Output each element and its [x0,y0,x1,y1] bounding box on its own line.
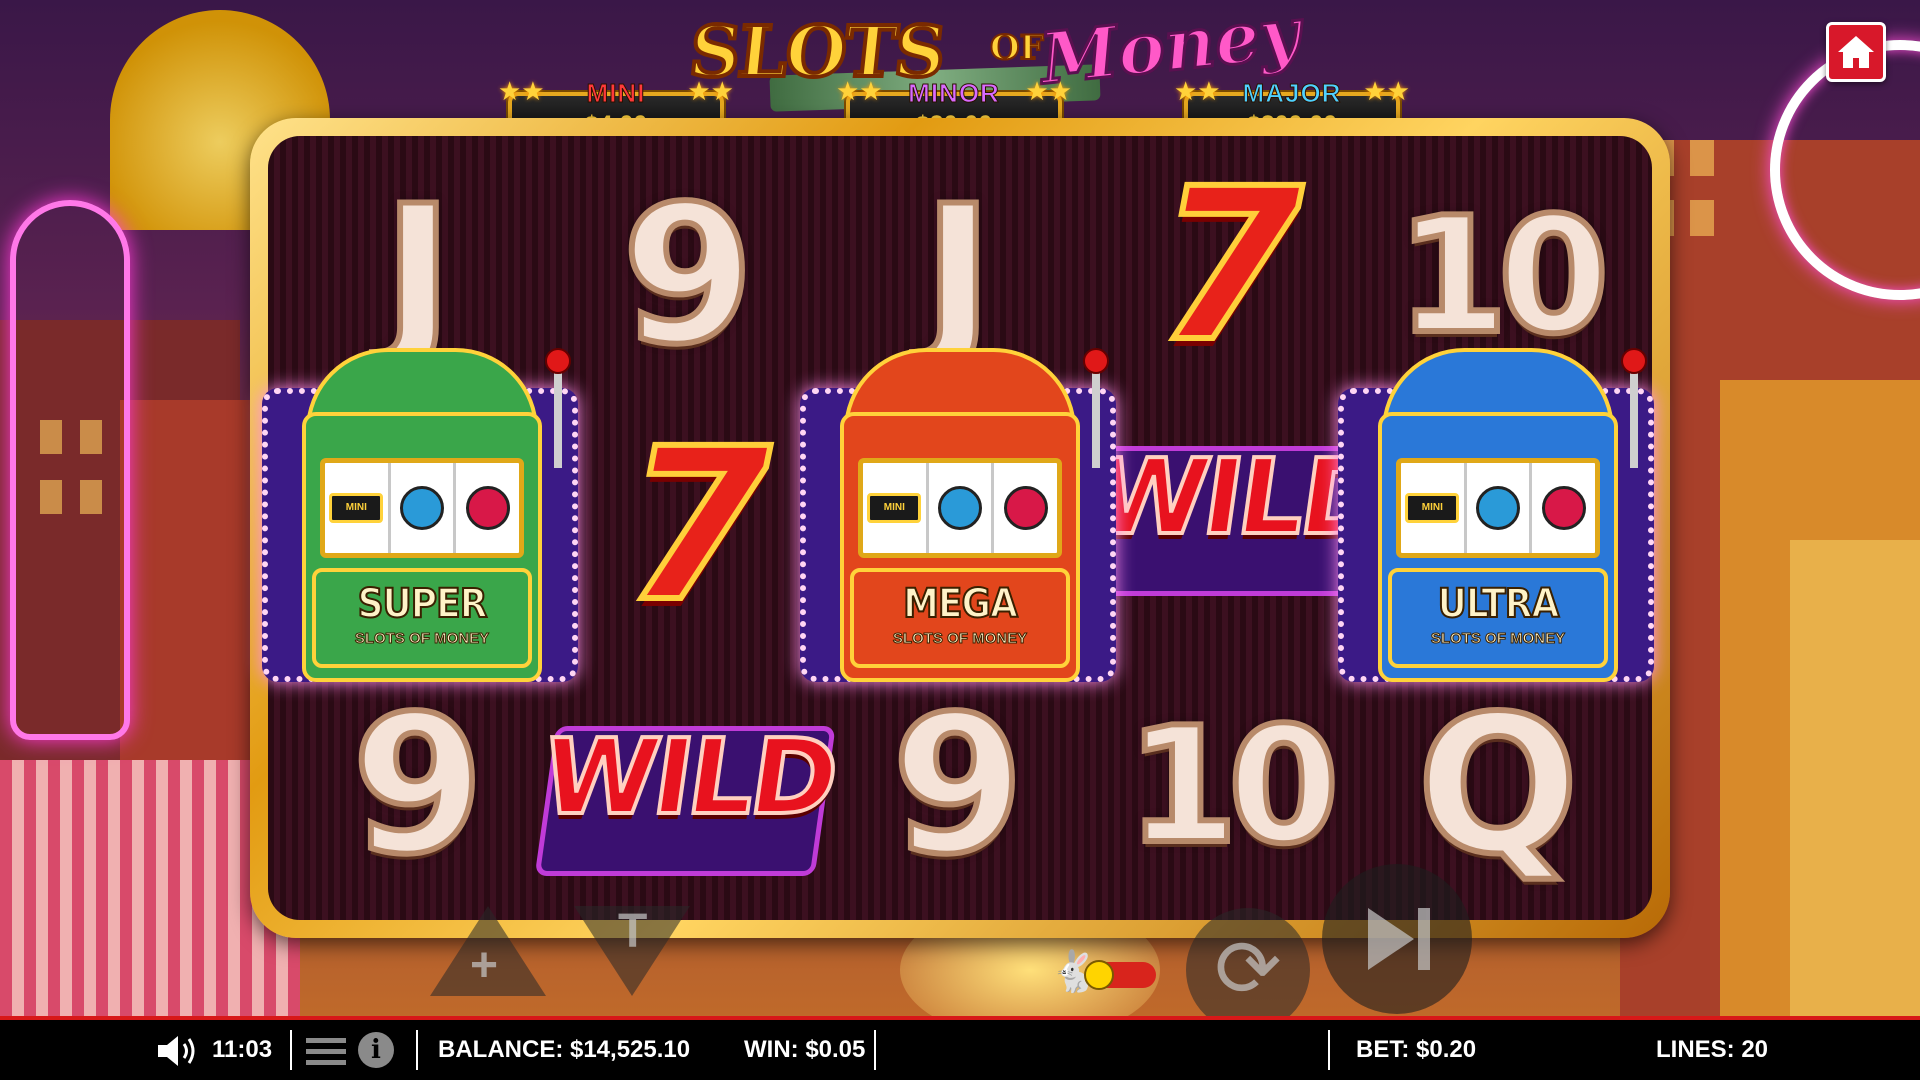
lever-knob-icon [545,348,571,374]
bet-down-icon: T [618,905,648,958]
machine-plaque: MEGA SLOTS OF MONEY [850,568,1070,668]
machine-subtitle: SLOTS OF MONEY [1430,630,1566,648]
sound-icon[interactable] [156,1034,200,1068]
symbol-j: J [380,165,457,386]
symbol-9: 9 [349,675,487,896]
machine-title: MEGA [902,580,1019,628]
autoplay-button[interactable]: ⟳ [1186,908,1310,1032]
symbol-10: 10 [1394,179,1613,372]
lever-knob-icon [1083,348,1109,374]
jackpot-name: MAJOR [1242,78,1342,109]
symbol-wild: WILD [526,696,850,876]
bet-increase-button[interactable]: + [430,906,546,996]
status-stripe [0,1016,1920,1020]
super-slots-machine: MINI SUPER SLOTS OF MONEY [262,348,578,682]
jackpot-name: MINOR [908,78,1000,109]
home-button[interactable] [1826,22,1886,82]
blue-gem-icon [938,486,982,530]
symbol-9: 9 [889,675,1027,896]
red-gem-icon [1003,486,1048,530]
machine-plaque: SUPER SLOTS OF MONEY [312,568,532,668]
skip-forward-icon [1368,908,1430,970]
symbol-10: 10 [1124,689,1343,882]
symbol-q: Q [1414,675,1582,896]
wild-text: WILD [533,714,844,840]
ultra-slots-machine: MINI ULTRA SLOTS OF MONEY [1338,348,1654,682]
symbol-7: 7 [1154,143,1306,388]
status-bar: 11:03 i BALANCE: $14,525.10 WIN: $0.05 B… [0,1016,1920,1080]
machine-title: ULTRA [1437,580,1561,628]
turbo-toggle[interactable]: 🐇 [1050,950,1162,994]
autoplay-icon: ⟳ [1214,924,1282,1013]
mini-reel-window: MINI [858,458,1062,558]
menu-icon[interactable] [306,1036,346,1066]
neon-showgirl [10,200,130,740]
jackpot-name: MINI [586,78,646,109]
red-gem-icon [465,486,510,530]
blue-gem-icon [400,486,444,530]
spin-button[interactable] [1322,864,1472,1014]
symbol-7: 7 [622,403,774,648]
symbol-9: 9 [619,165,757,386]
home-icon [1838,36,1874,68]
building [1790,540,1920,1020]
mini-reel-window: MINI [320,458,524,558]
mini-reel-window: MINI [1396,458,1600,558]
info-icon[interactable]: i [358,1032,394,1068]
symbol-j: J [920,165,997,386]
machine-subtitle: SLOTS OF MONEY [354,630,490,648]
clock-time: 11:03 [212,1036,273,1063]
machine-subtitle: SLOTS OF MONEY [892,630,1028,648]
mini-diamond-icon: MINI [867,493,922,523]
mega-slots-machine: MINI MEGA SLOTS OF MONEY [800,348,1116,682]
lines-display: LINES: 20 [1656,1036,1769,1063]
blue-gem-icon [1476,486,1520,530]
lever-knob-icon [1621,348,1647,374]
bet-decrease-button[interactable]: T [574,905,690,996]
plus-icon: + [470,939,499,992]
red-gem-icon [1541,486,1586,530]
mini-diamond-icon: MINI [329,493,384,523]
toggle-knob [1084,960,1114,990]
machine-plaque: ULTRA SLOTS OF MONEY [1388,568,1608,668]
mini-diamond-icon: MINI [1405,493,1460,523]
bet-display: BET: $0.20 [1356,1036,1477,1063]
win-display: WIN: $0.05 [744,1036,866,1063]
logo-of-text: OF [989,27,1045,69]
balance-display: BALANCE: $14,525.10 [438,1036,691,1063]
machine-title: SUPER [357,580,489,628]
